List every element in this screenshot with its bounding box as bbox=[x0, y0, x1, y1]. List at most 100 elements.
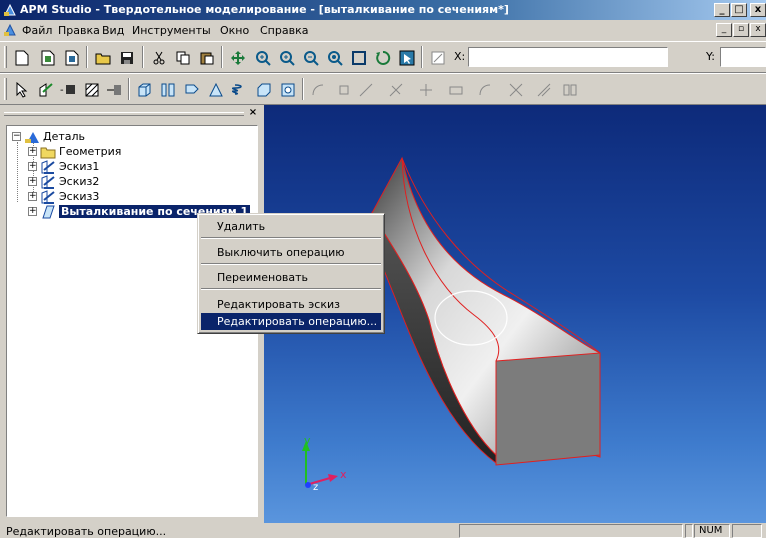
num-lock-indicator: NUM bbox=[694, 524, 730, 538]
new-icon[interactable] bbox=[12, 48, 32, 68]
move-icon[interactable] bbox=[104, 80, 124, 100]
menu-edit[interactable]: Правка bbox=[58, 24, 100, 37]
menu-window[interactable]: Окно bbox=[220, 24, 249, 37]
hatch-icon[interactable] bbox=[82, 80, 102, 100]
toolbar-separator bbox=[221, 46, 223, 68]
menu-item-delete[interactable]: Удалить bbox=[201, 218, 381, 235]
status-pane bbox=[732, 524, 762, 538]
title-bar: APM Studio - Твердотельное моделирование… bbox=[0, 0, 766, 20]
circle-tool-icon[interactable] bbox=[476, 80, 496, 100]
mirror-tool-icon[interactable] bbox=[560, 80, 580, 100]
pointer-icon[interactable] bbox=[12, 80, 32, 100]
x-coord-field[interactable] bbox=[468, 47, 668, 67]
axis-x-label: x bbox=[340, 468, 347, 481]
menu-item-edit-sketch[interactable]: Редактировать эскиз bbox=[201, 296, 381, 313]
panel-header[interactable]: × bbox=[4, 108, 260, 120]
mdi-minimize-button[interactable]: _ bbox=[716, 23, 732, 37]
document-icon[interactable] bbox=[3, 23, 17, 37]
copy-icon[interactable] bbox=[173, 48, 193, 68]
zoom-window-icon[interactable] bbox=[325, 48, 345, 68]
extrude-icon[interactable] bbox=[134, 80, 154, 100]
toolbar-grip[interactable] bbox=[4, 46, 7, 68]
trim-tool-icon[interactable] bbox=[386, 80, 406, 100]
tree-item-sketch2[interactable]: + Эскиз2 bbox=[28, 174, 99, 189]
menu-item-edit-operation[interactable]: Редактировать операцию... bbox=[201, 313, 381, 330]
modeling-toolbar: - bbox=[0, 73, 766, 105]
axis-y-label: y bbox=[304, 434, 311, 447]
sketch-icon[interactable] bbox=[36, 80, 56, 100]
toolbar-grip[interactable] bbox=[4, 78, 7, 100]
shell-icon[interactable] bbox=[254, 80, 274, 100]
status-pane bbox=[685, 524, 693, 538]
expand-icon[interactable]: + bbox=[28, 147, 37, 156]
close-button[interactable]: x bbox=[750, 3, 766, 17]
expand-icon[interactable]: + bbox=[28, 192, 37, 201]
open-template-icon[interactable] bbox=[38, 48, 58, 68]
status-text: Редактировать операцию... bbox=[6, 525, 167, 538]
select-icon[interactable] bbox=[397, 48, 417, 68]
status-bar: Редактировать операцию... NUM bbox=[0, 523, 766, 538]
rectangle-tool-icon[interactable] bbox=[446, 80, 466, 100]
revolve-icon[interactable] bbox=[182, 80, 202, 100]
y-coord-field[interactable] bbox=[720, 47, 766, 67]
snap-icon[interactable] bbox=[428, 48, 448, 68]
menu-bar: Файл Правка Вид Инструменты Окно Справка… bbox=[0, 20, 766, 40]
menu-separator bbox=[201, 288, 381, 290]
status-pane bbox=[459, 524, 683, 538]
rect-tool-icon[interactable] bbox=[334, 80, 354, 100]
toolbar-separator bbox=[128, 78, 130, 100]
toolbar-separator bbox=[302, 78, 304, 100]
loft-icon[interactable] bbox=[158, 80, 178, 100]
menu-tools[interactable]: Инструменты bbox=[132, 24, 211, 37]
x-coord-label: X: bbox=[454, 50, 466, 63]
pan-icon[interactable] bbox=[228, 48, 248, 68]
tree-root-row[interactable]: − Деталь bbox=[12, 129, 85, 144]
zoom-icon[interactable] bbox=[277, 48, 297, 68]
folder-icon bbox=[40, 147, 56, 158]
boolean-icon[interactable] bbox=[278, 80, 298, 100]
sweep-icon[interactable] bbox=[206, 80, 226, 100]
part-icon bbox=[25, 131, 39, 143]
expand-icon[interactable]: + bbox=[28, 177, 37, 186]
expand-icon[interactable]: + bbox=[28, 162, 37, 171]
dimension-tool-icon[interactable] bbox=[506, 80, 526, 100]
mdi-restore-button[interactable]: ▫ bbox=[733, 23, 749, 37]
menu-file[interactable]: Файл bbox=[22, 24, 52, 37]
menu-item-disable-operation[interactable]: Выключить операцию bbox=[201, 244, 381, 261]
save-icon[interactable] bbox=[117, 48, 137, 68]
menu-help[interactable]: Справка bbox=[260, 24, 308, 37]
sketch-icon bbox=[41, 174, 55, 189]
menu-view[interactable]: Вид bbox=[102, 24, 124, 37]
mdi-close-button[interactable]: x bbox=[750, 23, 766, 37]
arc-tool-icon[interactable] bbox=[308, 80, 328, 100]
spring-icon[interactable] bbox=[230, 80, 250, 100]
open-folder-icon[interactable] bbox=[93, 48, 113, 68]
point-tool-icon[interactable] bbox=[416, 80, 436, 100]
collapse-icon[interactable]: − bbox=[12, 132, 21, 141]
panel-close-icon[interactable]: × bbox=[248, 108, 258, 118]
menu-item-rename[interactable]: Переименовать bbox=[201, 269, 381, 286]
expand-icon[interactable]: + bbox=[28, 207, 37, 216]
app-logo-icon bbox=[4, 3, 16, 16]
tree-item-sketch3[interactable]: + Эскиз3 bbox=[28, 189, 99, 204]
end-face bbox=[495, 352, 601, 466]
maximize-button[interactable]: □ bbox=[731, 3, 747, 17]
line-tool-icon[interactable] bbox=[356, 80, 376, 100]
open-assembly-icon[interactable] bbox=[62, 48, 82, 68]
zoom-fit-icon[interactable] bbox=[349, 48, 369, 68]
tree-item-sketch1[interactable]: + Эскиз1 bbox=[28, 159, 99, 174]
rotate-icon[interactable] bbox=[373, 48, 393, 68]
loft-feature-icon bbox=[42, 205, 55, 218]
paste-icon[interactable] bbox=[197, 48, 217, 68]
box-dropdown-icon[interactable]: - bbox=[58, 80, 78, 100]
standard-toolbar: X: Y: bbox=[0, 41, 766, 73]
minimize-button[interactable]: _ bbox=[714, 3, 730, 17]
fillet-tool-icon[interactable] bbox=[534, 80, 554, 100]
zoom-in-icon[interactable] bbox=[253, 48, 273, 68]
window-title: APM Studio - Твердотельное моделирование… bbox=[20, 3, 509, 16]
cut-icon[interactable] bbox=[149, 48, 169, 68]
svg-text:-: - bbox=[60, 85, 64, 96]
zoom-out-icon[interactable] bbox=[301, 48, 321, 68]
tree-item-geometry[interactable]: + Геометрия bbox=[28, 144, 121, 159]
tree-item-label: Эскиз2 bbox=[59, 175, 100, 188]
